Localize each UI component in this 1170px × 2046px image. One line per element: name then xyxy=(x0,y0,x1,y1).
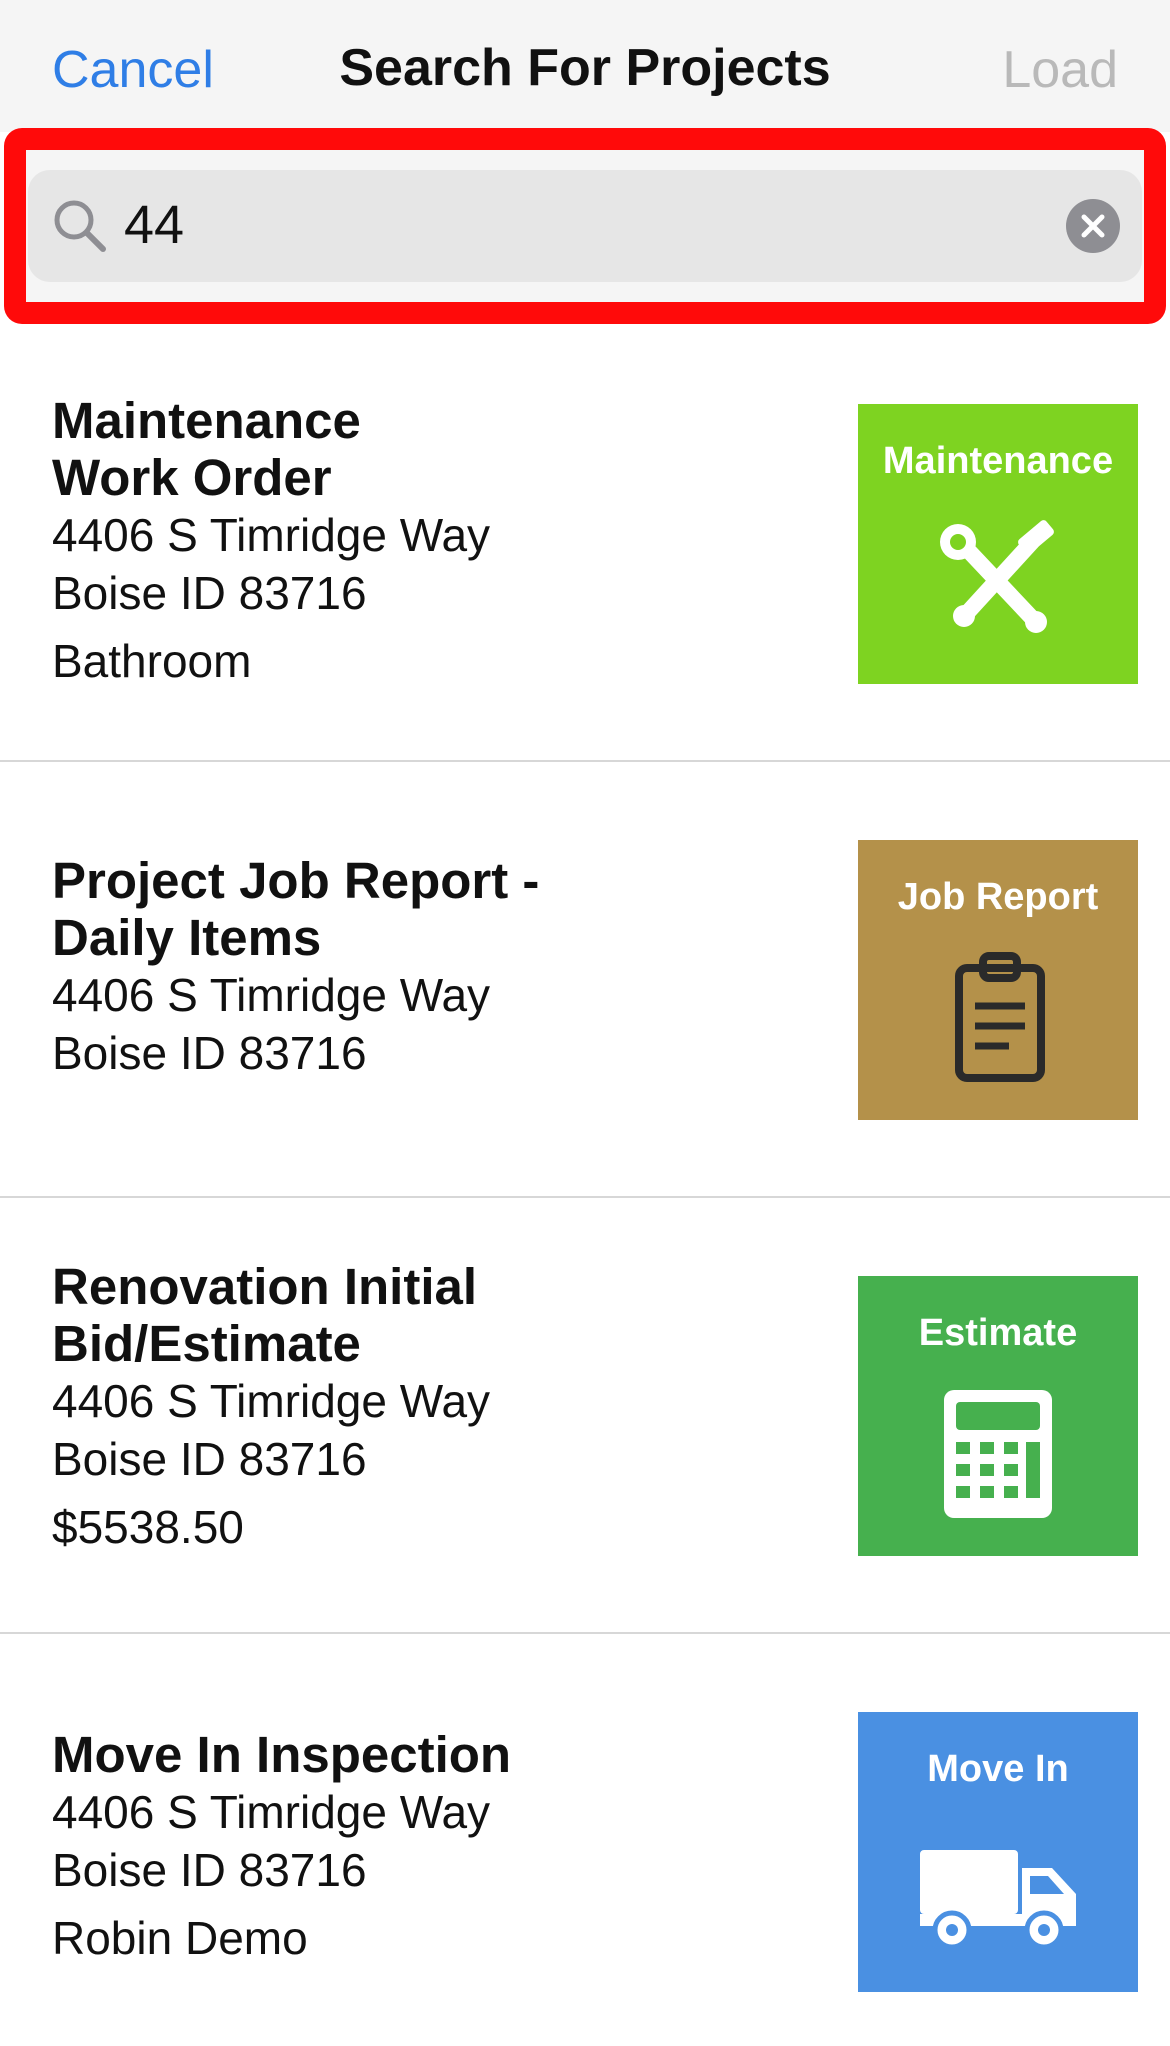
clipboard-icon xyxy=(955,952,1045,1082)
tile-label: Move In xyxy=(927,1748,1069,1790)
item-city: Boise ID 83716 xyxy=(52,1027,367,1079)
job-report-tile: Job Report xyxy=(858,840,1138,1120)
tile-label: Estimate xyxy=(918,1312,1078,1354)
item-text: Renovation Initial Bid/Estimate 4406 S T… xyxy=(52,1258,812,1556)
item-title: Maintenance xyxy=(52,392,361,449)
list-item[interactable]: Project Job Report - Daily Items 4406 S … xyxy=(0,762,1170,1198)
item-title: Work Order xyxy=(52,449,332,506)
load-button[interactable]: Load xyxy=(1002,40,1118,100)
item-title: Bid/Estimate xyxy=(52,1315,361,1372)
item-title: Renovation Initial xyxy=(52,1258,478,1315)
tile-label: Job Report xyxy=(897,876,1099,918)
tile-label: Maintenance xyxy=(882,440,1114,482)
move-in-tile: Move In xyxy=(858,1712,1138,1992)
item-text: Maintenance Work Order 4406 S Timridge W… xyxy=(52,392,812,690)
item-title: Move In Inspection xyxy=(52,1726,512,1783)
item-text: Project Job Report - Daily Items 4406 S … xyxy=(52,852,812,1092)
item-city: Boise ID 83716 xyxy=(52,567,367,619)
item-city: Boise ID 83716 xyxy=(52,1433,367,1485)
page-title: Search For Projects xyxy=(339,39,831,97)
search-value[interactable]: 44 xyxy=(124,194,184,256)
list-item[interactable]: Renovation Initial Bid/Estimate 4406 S T… xyxy=(0,1198,1170,1634)
item-address: 4406 S Timridge Way xyxy=(52,509,491,561)
search-projects-screen: Cancel Search For Projects Load 44 Maint… xyxy=(0,0,1170,2046)
item-address: 4406 S Timridge Way xyxy=(52,1375,491,1427)
item-city: Boise ID 83716 xyxy=(52,1844,367,1896)
item-detail: Robin Demo xyxy=(52,1912,308,1964)
item-title: Daily Items xyxy=(52,909,322,966)
item-text: Move In Inspection 4406 S Timridge Way B… xyxy=(52,1726,812,1967)
item-address: 4406 S Timridge Way xyxy=(52,969,491,1021)
calculator-icon xyxy=(944,1390,1052,1518)
item-title: Project Job Report - xyxy=(52,852,540,909)
item-detail: Bathroom xyxy=(52,635,252,687)
list-item[interactable]: Move In Inspection 4406 S Timridge Way B… xyxy=(0,1634,1170,2046)
clear-circle-icon[interactable] xyxy=(1066,199,1120,253)
maintenance-tile: Maintenance xyxy=(858,404,1138,684)
estimate-tile: Estimate xyxy=(858,1276,1138,1556)
item-address: 4406 S Timridge Way xyxy=(52,1786,491,1838)
search-input[interactable]: 44 xyxy=(28,170,1142,282)
item-detail: $5538.50 xyxy=(52,1501,244,1553)
list-item[interactable]: Maintenance Work Order 4406 S Timridge W… xyxy=(0,326,1170,762)
search-icon xyxy=(54,200,106,252)
nav-header: Cancel Search For Projects Load xyxy=(0,0,1170,132)
truck-icon xyxy=(920,1850,1076,1950)
tools-icon xyxy=(940,520,1054,633)
